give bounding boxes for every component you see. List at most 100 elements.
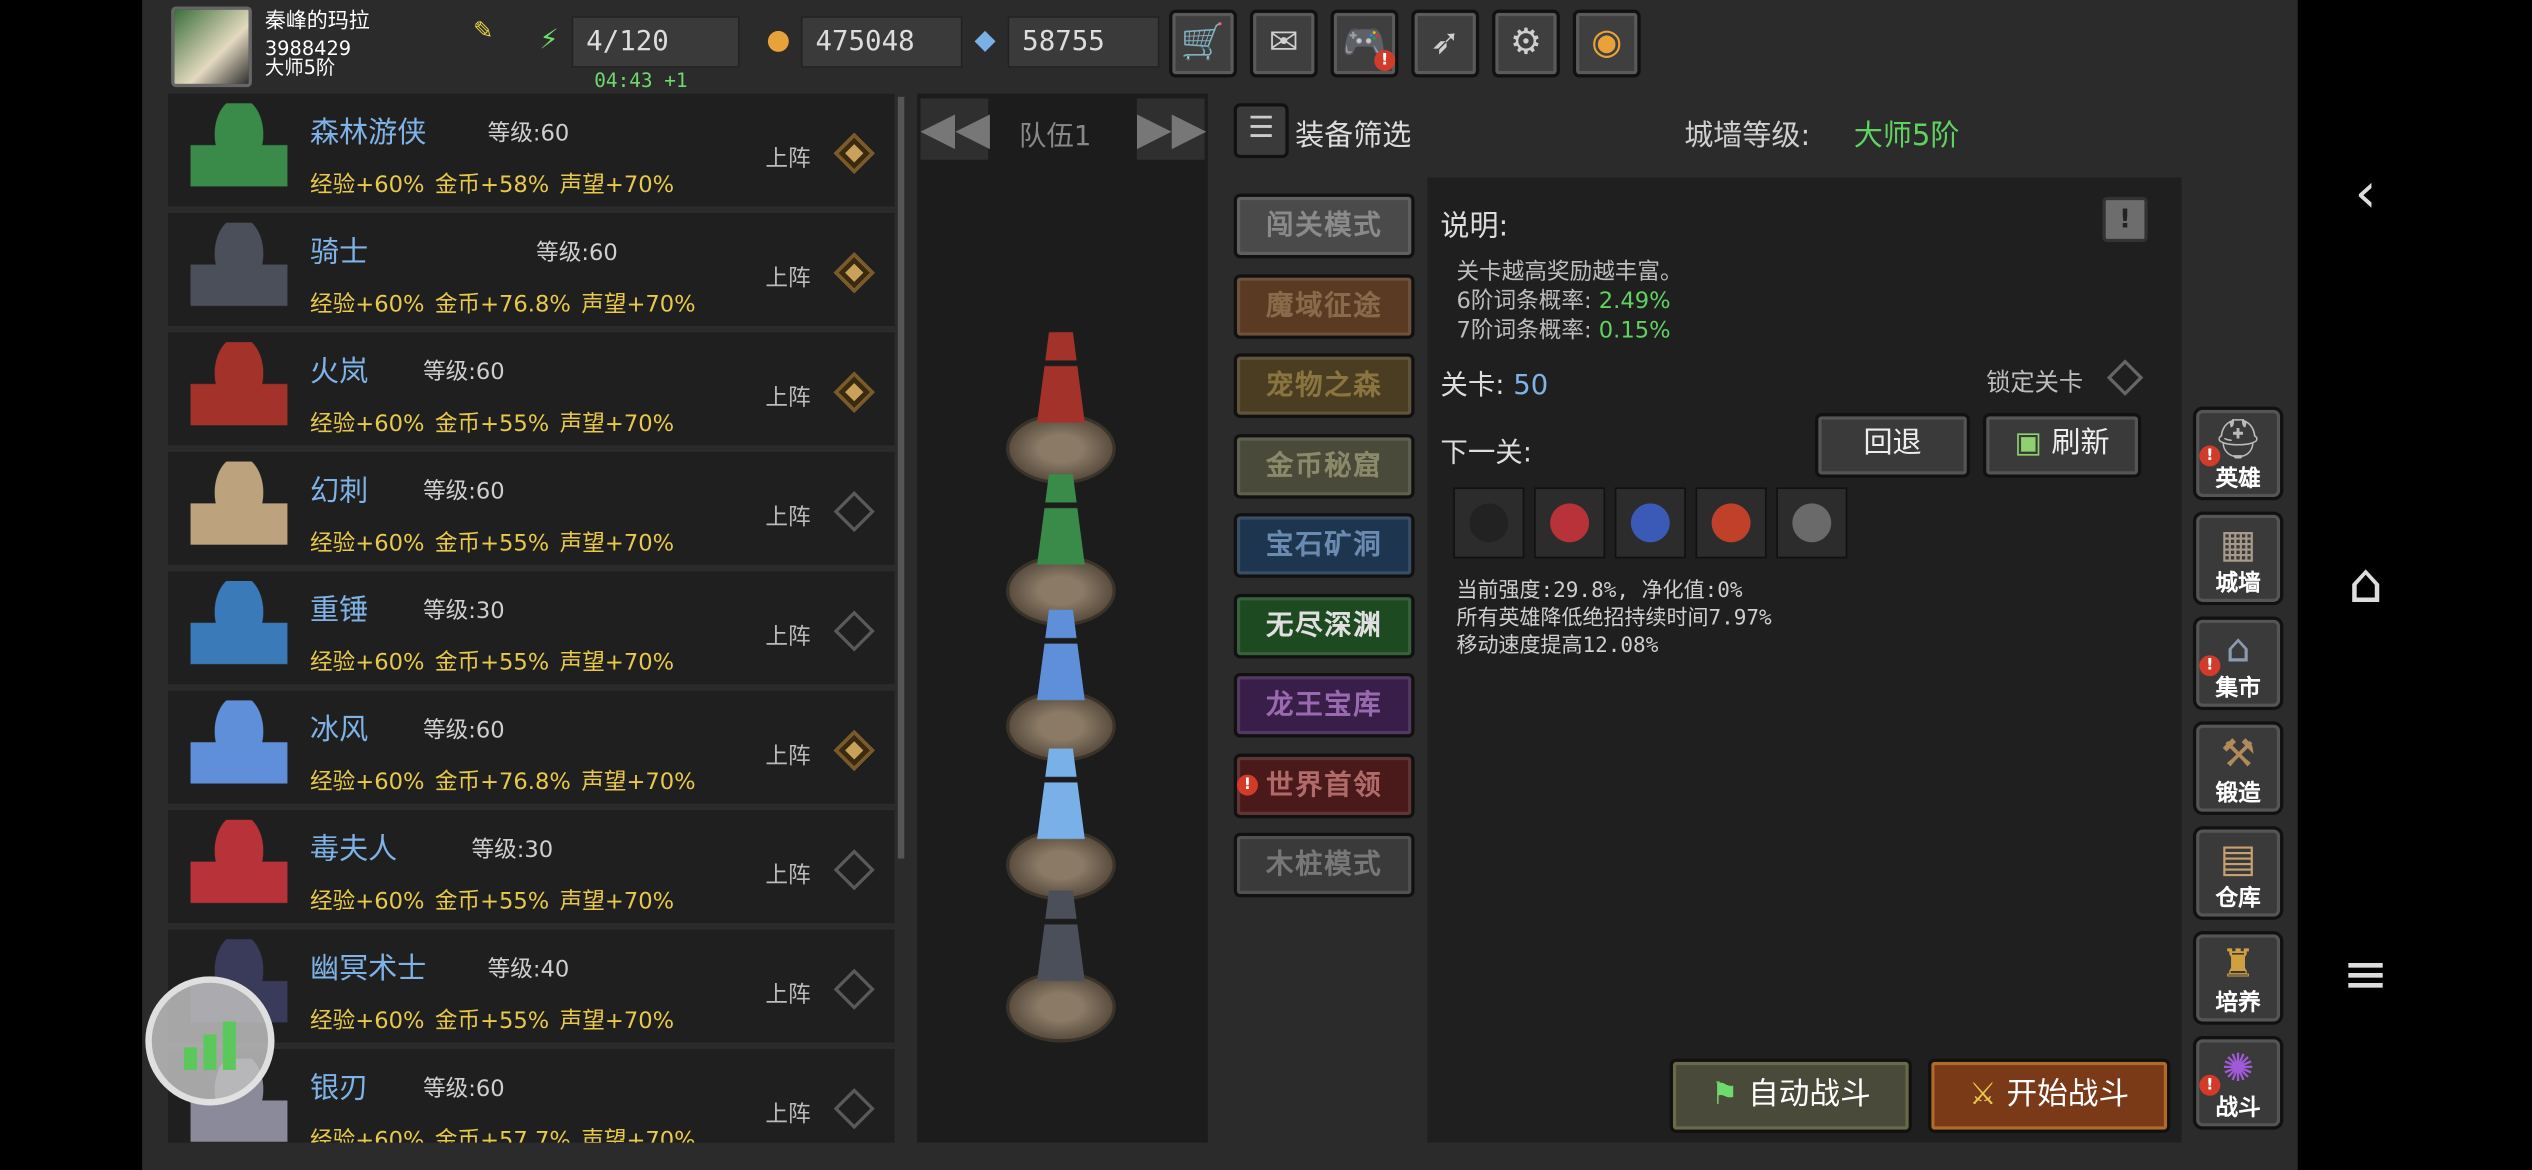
gold-counter: 475048 — [800, 16, 963, 68]
sidenav-label: 培养 — [2215, 990, 2261, 1017]
enemy-portrait — [1534, 487, 1606, 559]
home-icon[interactable]: ⌂ — [2333, 552, 2398, 617]
mode-button[interactable]: 宝石矿洞 — [1233, 513, 1415, 578]
signal-bar — [203, 1034, 217, 1070]
hero-row[interactable]: 幽冥术士 等级:40 经验+60% 金币+55% 声望+70% 上阵 — [167, 929, 895, 1046]
energy-counter: 4/120 — [571, 16, 740, 68]
gear-icon: ⚙ — [1510, 22, 1542, 63]
prob6-label: 6阶词条概率: — [1456, 288, 1592, 315]
refresh-label: 刷新 — [2051, 426, 2110, 460]
sidenav-label: 锻造 — [2215, 781, 2261, 807]
buff-line: 移动速度提高12.08% — [1456, 634, 1659, 659]
hero-sprite — [190, 700, 288, 804]
menu-lines-icon[interactable]: ≡ — [2333, 942, 2398, 1007]
hero-row[interactable]: 毒夫人 等级:30 经验+60% 金币+55% 声望+70% 上阵 — [167, 810, 895, 927]
mode-button[interactable]: 无尽深渊 — [1233, 593, 1415, 658]
stage-label: 关卡: — [1440, 369, 1505, 402]
system-nav-bar: ‹ ⌂ ≡ — [2297, 0, 2532, 1170]
hero-row[interactable]: 骑士 等级:60 经验+60% 金币+76.8% 声望+70% 上阵 — [167, 213, 895, 330]
hero-list[interactable]: 森林游侠 等级:60 经验+60% 金币+58% 声望+70% 上阵 骑士 等级:60 经验… — [167, 93, 904, 1143]
signal-floating-button[interactable] — [145, 976, 275, 1106]
start-battle-button[interactable]: ⚔ 开始战斗 — [1928, 1058, 2171, 1133]
hero-level: 等级:60 — [423, 718, 505, 744]
sidenav-portal-button[interactable]: ✺ 战斗! — [2192, 1036, 2284, 1130]
hero-row[interactable]: 重锤 等级:30 经验+60% 金币+55% 声望+70% 上阵 — [167, 571, 895, 688]
deploy-button[interactable]: 上阵 — [765, 500, 810, 532]
hero-row[interactable]: 冰风 等级:60 经验+60% 金币+76.8% 声望+70% 上阵 — [167, 690, 895, 807]
gamepad-button[interactable]: 🎮! — [1330, 9, 1399, 78]
sidenav-statue-button[interactable]: ♜ 培养 — [2192, 931, 2284, 1025]
deploy-slot-diamond[interactable] — [833, 610, 875, 652]
mode-button[interactable]: 金币秘窟 — [1233, 433, 1415, 498]
deploy-button[interactable]: 上阵 — [765, 381, 810, 413]
back-icon[interactable]: ‹ — [2333, 161, 2398, 226]
sidenav-anvil-button[interactable]: ⚒ 锻造 — [2192, 721, 2284, 815]
info-description: 关卡越高奖励越丰富。 — [1456, 259, 1683, 286]
mode-button[interactable]: 魔域征途 — [1233, 273, 1415, 339]
alert-badge: ! — [2199, 1074, 2221, 1096]
deploy-slot-diamond[interactable] — [833, 968, 875, 1010]
player-rank: 大师5阶 — [264, 56, 336, 80]
auto-battle-button[interactable]: ⚑ 自动战斗 — [1669, 1058, 1912, 1133]
prev-team-arrow-icon[interactable]: ◀◀ — [920, 98, 990, 160]
deploy-button[interactable]: 上阵 — [765, 978, 810, 1010]
hero-list-scrollbar[interactable] — [897, 96, 905, 859]
hero-bonuses: 经验+60% 金币+55% 声望+70% — [310, 411, 675, 438]
mode-button[interactable]: 宠物之森 — [1233, 353, 1415, 418]
deploy-slot-diamond[interactable] — [833, 1088, 875, 1130]
hero-sprite — [190, 580, 288, 685]
deploy-slot-diamond[interactable] — [833, 849, 875, 891]
sidenav-helmet-button[interactable]: ⛑ 英雄! — [2192, 406, 2284, 501]
shop-button[interactable]: 🛒 — [1169, 9, 1237, 78]
next-team-arrow-icon[interactable]: ▶▶ — [1136, 98, 1206, 160]
hero-bonuses: 经验+60% 金币+76.8% 声望+70% — [310, 769, 696, 796]
cart-icon: 🛒 — [1180, 22, 1226, 63]
hero-row[interactable]: 森林游侠 等级:60 经验+60% 金币+58% 声望+70% 上阵 — [167, 93, 895, 210]
hero-row[interactable]: 银刃 等级:60 经验+60% 金币+57.7% 声望+70% 上阵 — [167, 1048, 895, 1143]
sidenav-warehouse-button[interactable]: ▤ 仓库 — [2192, 826, 2284, 920]
warehouse-icon: ▤ — [2219, 835, 2257, 882]
mode-button[interactable]: 世界首领 — [1233, 752, 1415, 818]
prob6-value: 2.49% — [1598, 288, 1671, 315]
lock-stage-toggle[interactable] — [2106, 359, 2144, 396]
deploy-button[interactable]: 上阵 — [765, 142, 810, 174]
mode-button[interactable]: 木桩模式 — [1233, 832, 1415, 898]
mode-button[interactable]: 闯关模式 — [1233, 193, 1415, 259]
refresh-button[interactable]: ▣ 刷新 — [1982, 413, 2142, 478]
hero-level: 等级:60 — [536, 240, 618, 267]
hero-bonuses: 经验+60% 金币+58% 声望+70% — [310, 172, 675, 199]
sidenav-wall-button[interactable]: ▦ 城墙 — [2192, 511, 2284, 606]
hero-level: 等级:30 — [471, 837, 554, 864]
deploy-button[interactable]: 上阵 — [765, 620, 810, 652]
sidenav-market-button[interactable]: ⌂ 集市! — [2192, 616, 2284, 711]
deploy-slot-diamond[interactable] — [833, 491, 875, 533]
hero-row[interactable]: 幻刺 等级:60 经验+60% 金币+55% 声望+70% 上阵 — [167, 451, 895, 569]
mail-button[interactable]: ✉ — [1249, 9, 1318, 78]
deploy-slot-diamond[interactable] — [833, 252, 875, 294]
help-icon[interactable]: ! — [2102, 196, 2148, 243]
camera-button[interactable]: ◉ — [1572, 9, 1641, 78]
deploy-slot-diamond[interactable] — [833, 132, 875, 174]
deploy-button[interactable]: 上阵 — [765, 261, 810, 293]
hero-row[interactable]: 火岚 等级:60 经验+60% 金币+55% 声望+70% 上阵 — [167, 332, 895, 449]
player-name: 秦峰的玛拉 — [264, 9, 370, 34]
deploy-slot-diamond[interactable] — [833, 371, 875, 413]
deploy-button[interactable]: 上阵 — [765, 1097, 810, 1129]
deploy-button[interactable]: 上阵 — [765, 859, 810, 891]
back-button[interactable]: 回退 — [1815, 413, 1971, 478]
hero-name: 森林游侠 — [310, 116, 427, 151]
prob7-label: 7阶词条概率: — [1456, 317, 1592, 344]
hero-level: 等级:60 — [423, 1076, 505, 1103]
enemy-portrait — [1614, 487, 1686, 559]
player-avatar[interactable] — [171, 6, 252, 88]
hero-sprite — [190, 222, 288, 326]
edit-icon[interactable]: ✎ — [473, 16, 502, 45]
deploy-slot-diamond[interactable] — [833, 729, 875, 771]
quiver-button[interactable]: ➶ — [1411, 9, 1480, 78]
start-battle-label: 开始战斗 — [2006, 1076, 2130, 1112]
alert-badge: ! — [1236, 773, 1258, 795]
deploy-button[interactable]: 上阵 — [765, 739, 810, 771]
settings-button[interactable]: ⚙ — [1492, 9, 1560, 78]
mode-button[interactable]: 龙王宝库 — [1233, 672, 1415, 738]
player-id: 3988429 — [264, 37, 352, 60]
